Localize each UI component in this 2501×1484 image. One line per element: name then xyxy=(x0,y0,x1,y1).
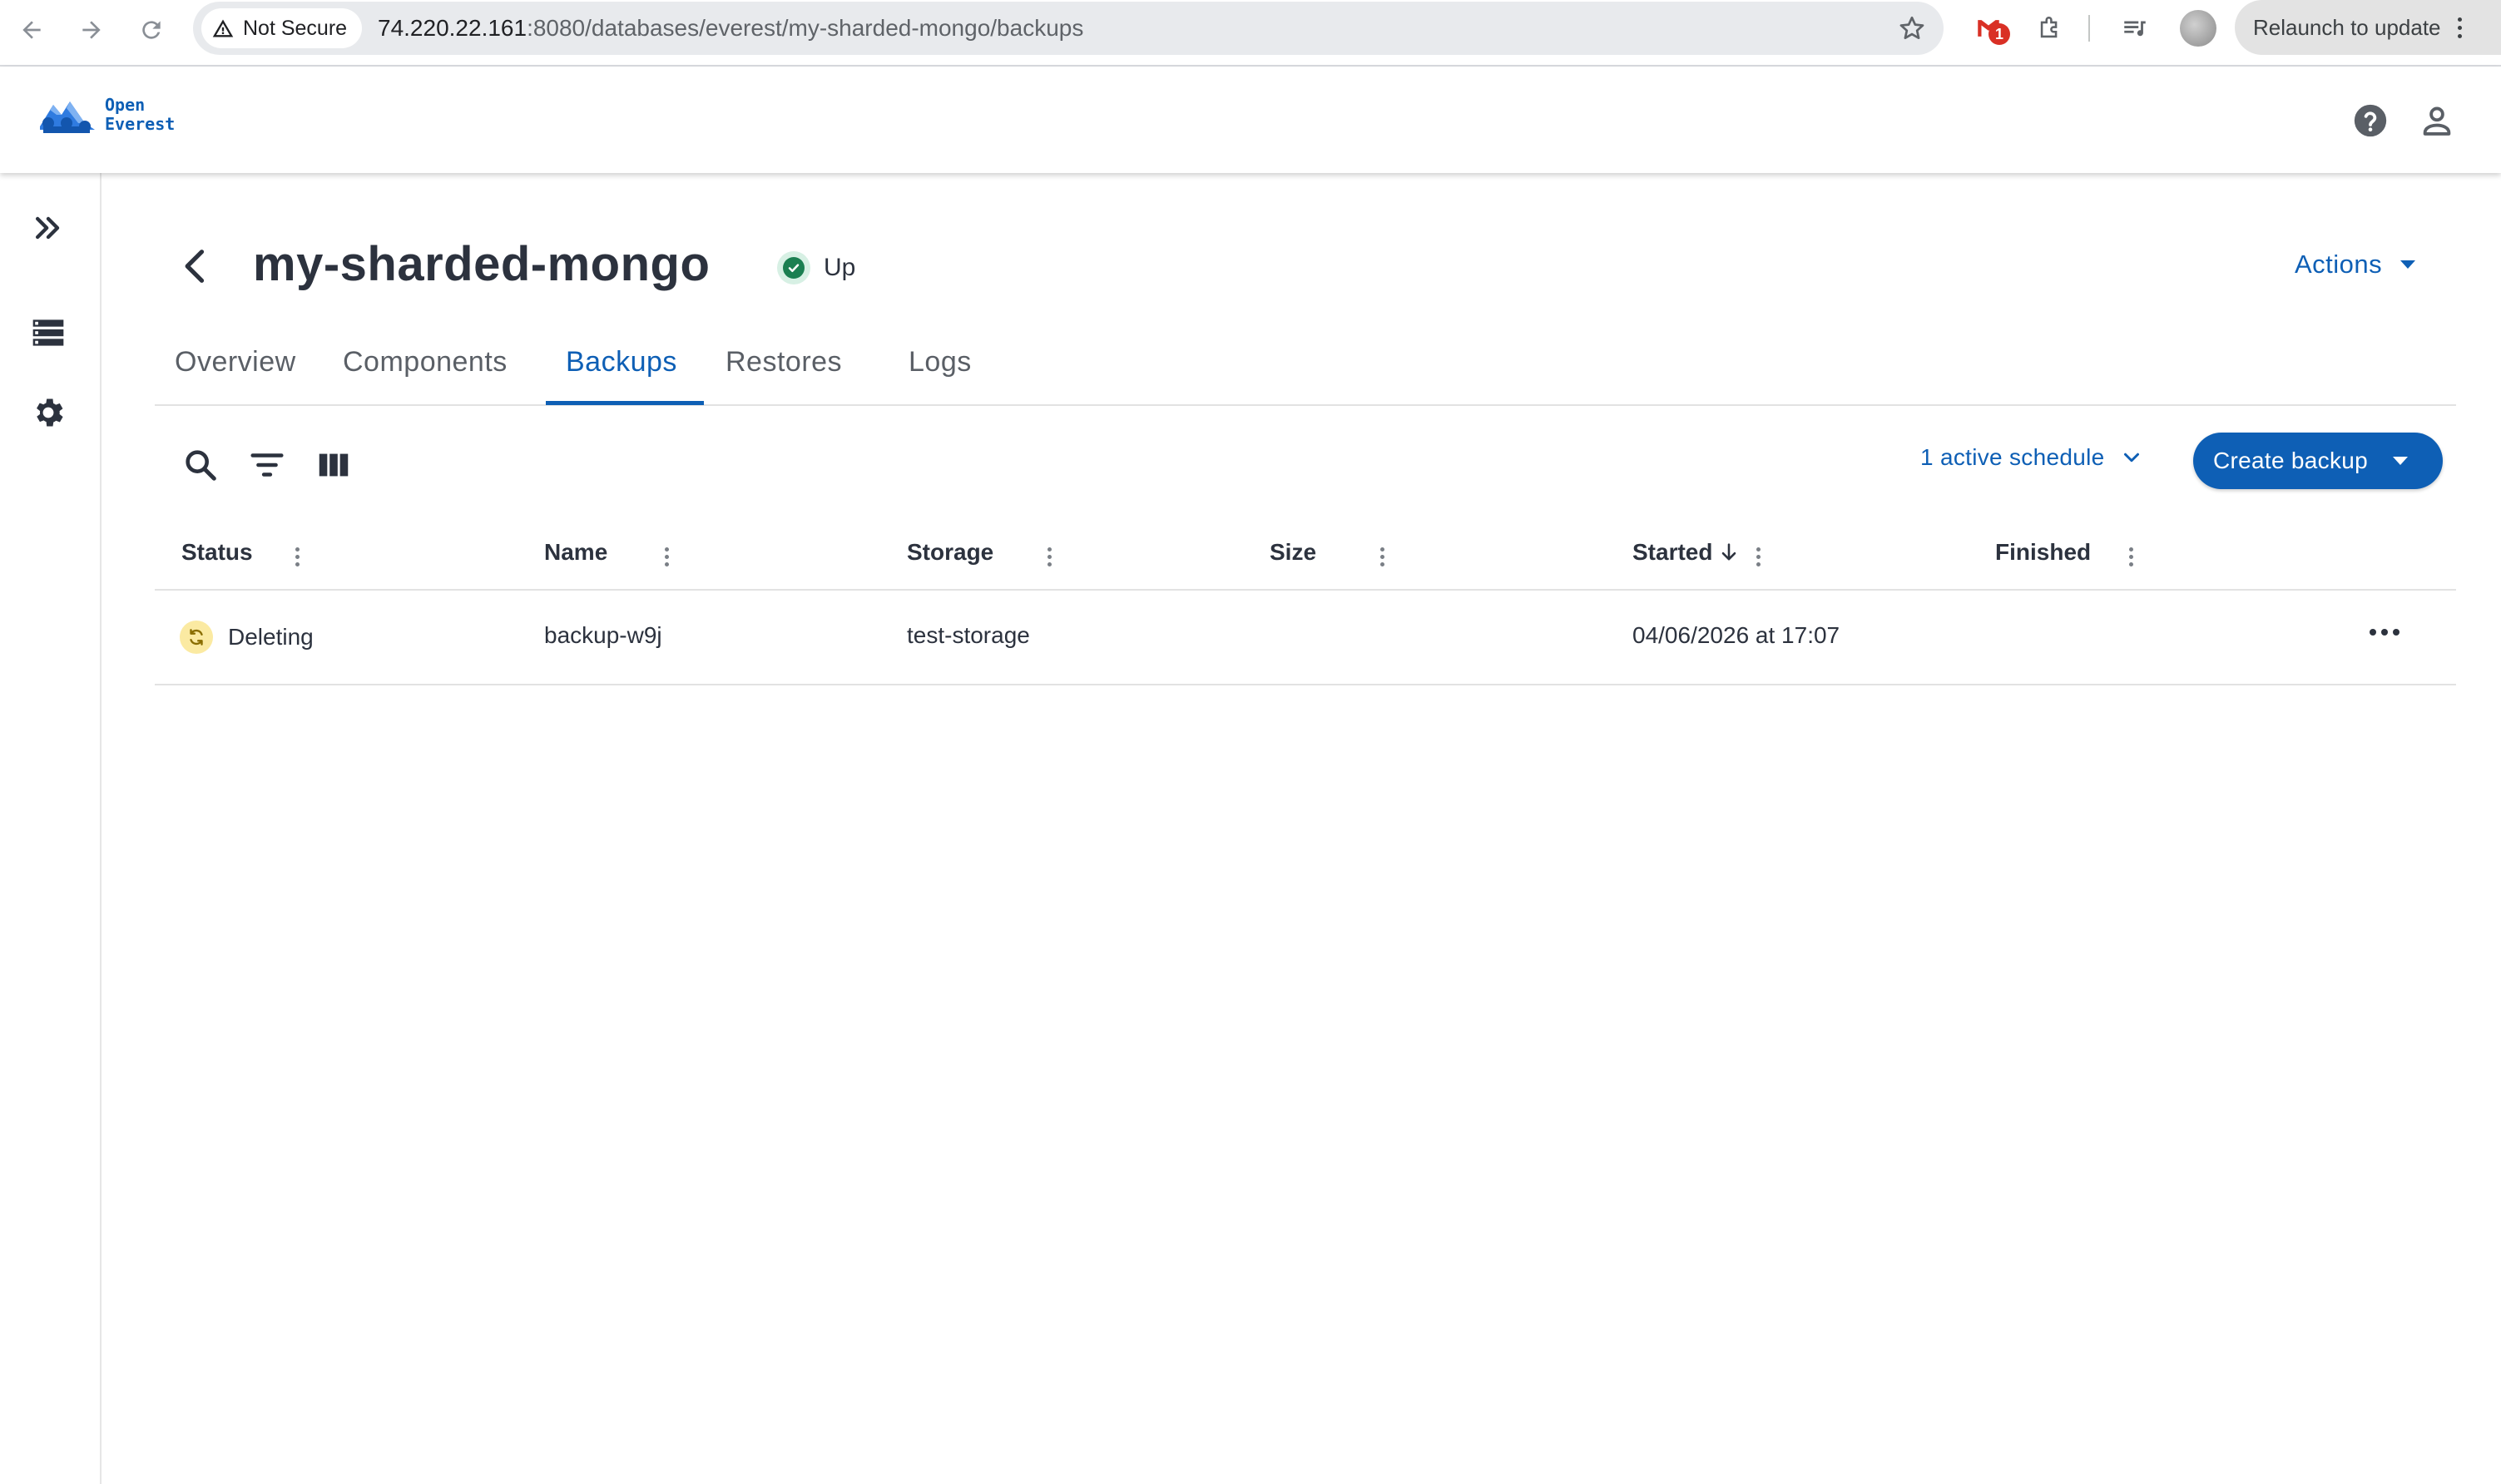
tab-logs[interactable]: Logs xyxy=(909,346,972,378)
column-header-storage[interactable]: Storage xyxy=(907,539,993,566)
user-account-icon[interactable] xyxy=(2418,101,2456,140)
reload-icon[interactable] xyxy=(131,10,171,50)
browser-toolbar: Not Secure 74.220.22.161:8080/databases/… xyxy=(0,0,2501,67)
logo-line-2: Everest xyxy=(105,114,176,134)
back-chevron-icon[interactable] xyxy=(175,245,218,288)
databases-icon[interactable] xyxy=(30,314,67,351)
column-header-status[interactable]: Status xyxy=(181,539,253,566)
chrome-menu-icon xyxy=(2457,17,2462,38)
security-label: Not Secure xyxy=(243,16,348,40)
url-path: :8080/databases/everest/my-sharded-mongo… xyxy=(527,15,1084,41)
back-arrow-icon[interactable] xyxy=(12,10,52,50)
table-row[interactable]: Deleting backup-w9j test-storage 04/06/2… xyxy=(155,591,2456,685)
status-cell: Deleting xyxy=(180,621,314,654)
table-header: Status Name Storage Size Started Finishe… xyxy=(155,521,2456,591)
column-menu-icon[interactable] xyxy=(1037,544,1062,569)
expand-icon[interactable] xyxy=(30,210,67,246)
actions-button[interactable]: Actions xyxy=(2295,250,2416,279)
status-ok-icon xyxy=(777,251,810,284)
page-title: my-sharded-mongo xyxy=(253,237,711,291)
toolbar-divider xyxy=(2088,15,2090,42)
extensions-puzzle-icon[interactable] xyxy=(2033,12,2067,45)
chevron-down-icon xyxy=(2124,453,2140,463)
active-tab-indicator xyxy=(546,401,704,405)
tab-components[interactable]: Components xyxy=(343,346,508,378)
column-menu-icon[interactable] xyxy=(285,544,310,569)
settings-icon[interactable] xyxy=(30,394,67,431)
url-host: 74.220.22.161 xyxy=(378,15,527,41)
security-indicator[interactable]: Not Secure xyxy=(201,8,363,48)
relaunch-label: Relaunch to update xyxy=(2253,14,2441,40)
logo-text: Open Everest xyxy=(105,96,175,134)
logo[interactable]: Open Everest xyxy=(38,93,175,136)
started-cell: 04/06/2026 at 17:07 xyxy=(1632,622,1840,648)
active-schedule-dropdown[interactable]: 1 active schedule xyxy=(1920,444,2144,471)
column-menu-icon[interactable] xyxy=(654,544,679,569)
dropdown-caret-icon[interactable] xyxy=(2393,457,2409,465)
search-icon[interactable] xyxy=(181,446,220,484)
forward-arrow-icon[interactable] xyxy=(72,10,111,50)
create-backup-label: Create backup xyxy=(2213,448,2369,473)
status-text: Deleting xyxy=(228,624,314,650)
name-cell: backup-w9j xyxy=(544,622,662,648)
gmail-badge: 1 xyxy=(1988,23,2010,45)
column-header-size[interactable]: Size xyxy=(1270,539,1316,566)
tab-overview[interactable]: Overview xyxy=(175,346,296,378)
deleting-sync-icon xyxy=(180,621,213,654)
column-header-started[interactable]: Started xyxy=(1632,539,1741,566)
app-header: Open Everest xyxy=(0,67,2501,173)
column-header-finished[interactable]: Finished xyxy=(1995,539,2091,566)
storage-cell: test-storage xyxy=(907,622,1030,648)
tab-backups[interactable]: Backups xyxy=(566,346,677,378)
url-text[interactable]: 74.220.22.161:8080/databases/everest/my-… xyxy=(378,2,1083,55)
logo-line-1: Open xyxy=(105,95,146,115)
row-actions-icon[interactable] xyxy=(2370,629,2399,636)
everest-logo-icon xyxy=(40,101,95,133)
column-menu-icon[interactable] xyxy=(1746,544,1771,569)
dropdown-caret-icon xyxy=(2400,260,2416,269)
column-header-name[interactable]: Name xyxy=(544,539,607,566)
status-text: Up xyxy=(824,254,856,281)
columns-icon[interactable] xyxy=(314,446,353,484)
tab-bar: Overview Components Backups Restores Log… xyxy=(155,329,2456,406)
schedule-label: 1 active schedule xyxy=(1920,444,2105,470)
filter-icon[interactable] xyxy=(248,446,286,484)
relaunch-button[interactable]: Relaunch to update xyxy=(2235,0,2501,55)
bookmark-star-icon[interactable] xyxy=(1897,13,1927,43)
column-menu-icon[interactable] xyxy=(1369,544,1394,569)
column-menu-icon[interactable] xyxy=(2118,544,2143,569)
sidebar xyxy=(0,173,102,1484)
help-icon[interactable] xyxy=(2351,101,2390,140)
address-bar[interactable]: Not Secure 74.220.22.161:8080/databases/… xyxy=(193,2,1944,55)
media-controls-icon[interactable] xyxy=(2118,12,2152,45)
warning-icon xyxy=(212,19,234,37)
profile-avatar[interactable] xyxy=(2180,10,2216,47)
tab-restores[interactable]: Restores xyxy=(726,346,842,378)
sort-descending-icon[interactable] xyxy=(1717,541,1741,564)
actions-label: Actions xyxy=(2295,250,2383,279)
create-backup-button[interactable]: Create backup xyxy=(2193,433,2443,489)
status-badge: Up xyxy=(777,251,855,284)
